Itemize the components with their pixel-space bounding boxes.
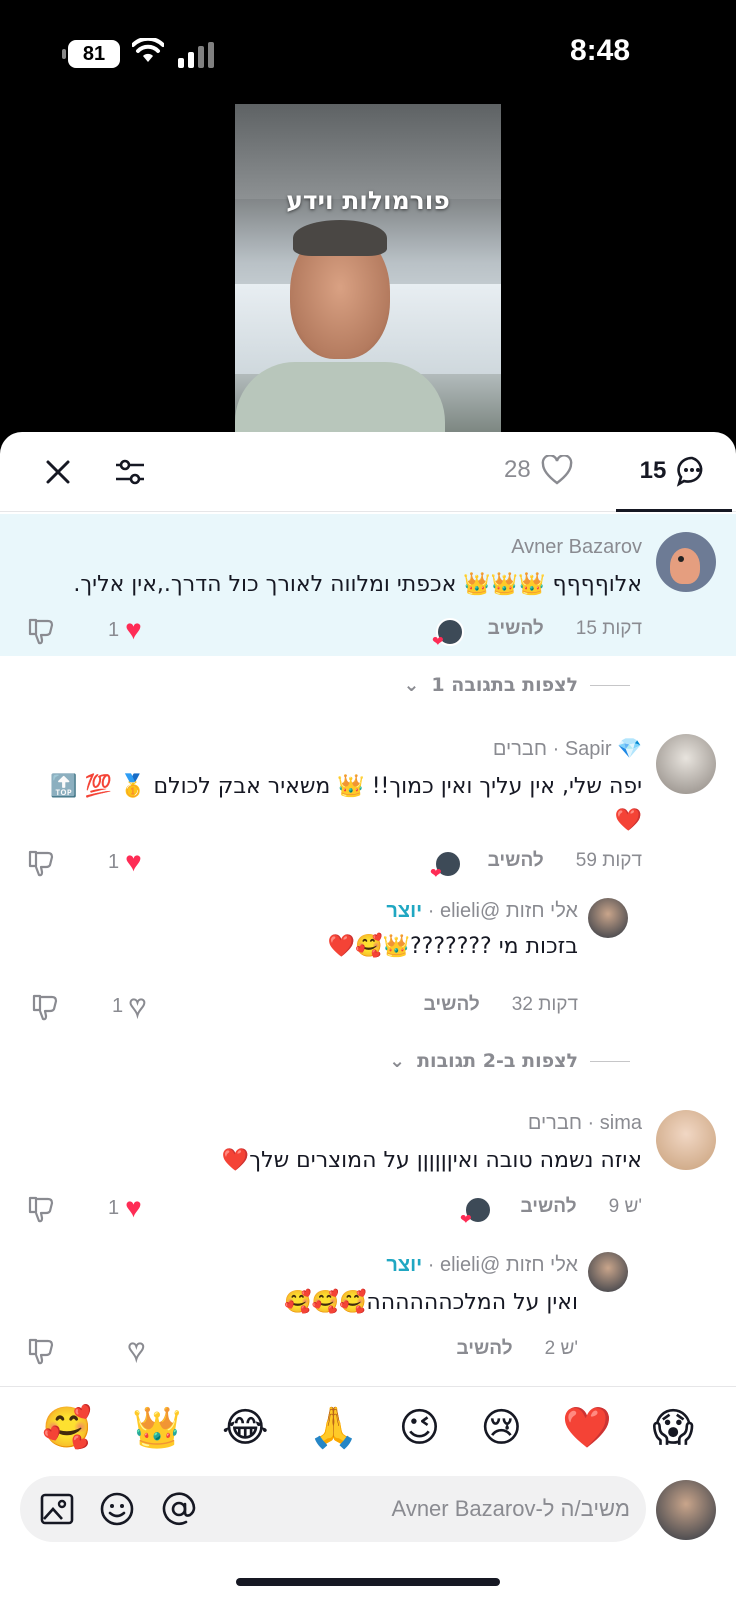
reply-button[interactable]: להשיב xyxy=(488,618,544,640)
comment-text: אלוףףףף 👑👑👑 אכפתי ומלווה לאורך כול הדרך.… xyxy=(73,572,642,597)
image-icon[interactable] xyxy=(38,1490,76,1528)
comment-time: 2 ש' xyxy=(544,1338,578,1359)
at-icon[interactable] xyxy=(160,1490,198,1528)
avatar[interactable] xyxy=(656,1110,716,1170)
dislike-icon[interactable] xyxy=(26,1336,56,1366)
creator-tag: יוצר xyxy=(386,900,423,922)
like-button[interactable]: ♥ xyxy=(127,1334,146,1365)
avatar[interactable] xyxy=(588,898,628,938)
comment-author[interactable]: 💎 Sapir · חברים xyxy=(493,736,642,761)
dislike-icon[interactable] xyxy=(26,616,56,646)
reply-button[interactable]: להשיב xyxy=(488,850,544,872)
avatar[interactable] xyxy=(588,1252,628,1292)
emoji-folded-hands[interactable]: 🙏 xyxy=(309,1408,359,1448)
like-count: 1 xyxy=(112,994,124,1017)
comments-list[interactable]: Avner Bazarov אלוףףףף 👑👑👑 אכפתי ומלווה ל… xyxy=(0,514,736,1386)
like-button[interactable]: 1 ♥ xyxy=(112,990,147,1021)
emoji-tears-of-joy[interactable]: 😂 xyxy=(222,1408,269,1448)
view-replies-link[interactable]: לצפות בתגובה 1 ⌄ xyxy=(403,674,630,696)
view-replies-link[interactable]: לצפות ב-2 תגובות ⌄ xyxy=(389,1050,630,1072)
comment-author[interactable]: Avner Bazarov xyxy=(511,536,642,559)
comments-sheet: 28 15 Avner Bazarov אלוףףףף 👑👑👑 אכפתי ומ… xyxy=(0,432,736,1600)
heart-outline-icon: ♥ xyxy=(128,990,147,1021)
emoji-crown[interactable]: 👑 xyxy=(132,1408,182,1448)
like-button[interactable]: 1 ♥ xyxy=(108,616,142,644)
comment-text: בזכות מי ???????👑🥰❤️ xyxy=(327,934,578,959)
comment-text: איזה נשמה טובה ואיןןןןןן על המוצרים שלך❤… xyxy=(221,1148,642,1173)
clock: 8:48 xyxy=(569,34,630,67)
video-caption: פורמולות וידע xyxy=(286,186,450,215)
comments-count: 15 xyxy=(639,456,667,484)
friends-tag: חברים xyxy=(527,1112,582,1134)
reply-input-container[interactable] xyxy=(20,1476,646,1542)
wifi-icon xyxy=(132,38,164,62)
emoji-crying[interactable]: 😢 xyxy=(480,1408,522,1448)
comment-meta: 32 דקות להשיב xyxy=(424,994,578,1016)
sheet-header: 28 15 xyxy=(0,432,736,512)
like-button[interactable]: 1 ♥ xyxy=(108,1194,142,1222)
comment-time: 9 ש' xyxy=(608,1196,642,1217)
comment-time: 15 דקות xyxy=(575,618,642,639)
heart-filled-icon: ♥ xyxy=(125,614,142,645)
current-user-avatar[interactable] xyxy=(656,1480,716,1540)
heart-outline-icon xyxy=(541,455,573,485)
likes-count: 28 xyxy=(504,456,531,483)
chevron-down-icon: ⌄ xyxy=(403,674,420,696)
comment-meta: 9 ש' להשיב xyxy=(520,1196,642,1218)
emoji-red-heart[interactable]: ❤️ xyxy=(562,1408,612,1448)
creator-tag: יוצר xyxy=(386,1254,423,1276)
comment-time: 32 דקות xyxy=(511,994,578,1015)
dislike-icon[interactable] xyxy=(26,848,56,878)
reply-button[interactable]: להשיב xyxy=(520,1196,576,1218)
comment-author[interactable]: אלי חזות @elieli · יוצר xyxy=(386,900,578,923)
status-bar: 81 8:48 xyxy=(0,0,736,100)
friends-tag: חברים xyxy=(492,738,548,760)
creator-liked-badge xyxy=(430,850,462,882)
video-preview[interactable]: פורמולות וידע xyxy=(235,104,501,434)
emoji-quick-bar: 🥰 👑 😂 🙏 😉 😢 ❤️ 😱 xyxy=(0,1386,736,1468)
comment-text: ואין על המלכהההההה🥰🥰🥰 xyxy=(284,1290,578,1315)
comment-author[interactable]: אלי חזות @elieli · יוצר xyxy=(386,1254,578,1277)
reply-button[interactable]: להשיב xyxy=(456,1338,512,1360)
like-count: 1 xyxy=(108,850,120,873)
reply-input[interactable] xyxy=(220,1476,630,1542)
comment-time: 59 דקות xyxy=(575,850,642,871)
tab-comments[interactable]: 15 xyxy=(616,432,732,512)
comment-icon xyxy=(677,456,703,487)
comment-author[interactable]: sima · חברים xyxy=(528,1112,642,1135)
emoji-scream[interactable]: 😱 xyxy=(652,1408,694,1448)
dislike-icon[interactable] xyxy=(26,1194,56,1224)
comment-meta: 2 ש' להשיב xyxy=(456,1338,578,1360)
creator-liked-badge xyxy=(460,1196,492,1228)
like-count: 1 xyxy=(108,618,120,641)
chevron-down-icon: ⌄ xyxy=(389,1050,406,1072)
emoji-icon[interactable] xyxy=(98,1490,136,1528)
creator-liked-badge xyxy=(432,618,464,650)
comment-text: יפה שלי, אין עליך ואין כמוך!! 👑 משאיר אב… xyxy=(50,774,642,833)
comment-meta: 15 דקות להשיב xyxy=(488,618,642,640)
dislike-icon[interactable] xyxy=(30,992,60,1022)
filter-icon[interactable] xyxy=(112,454,148,490)
heart-filled-icon: ♥ xyxy=(125,846,142,877)
diamond-badge: 💎 xyxy=(617,738,642,760)
signal-icon xyxy=(178,42,214,68)
tab-likes[interactable]: 28 xyxy=(504,450,573,490)
heart-filled-icon: ♥ xyxy=(125,1192,142,1223)
emoji-smiling-hearts[interactable]: 🥰 xyxy=(42,1408,92,1448)
heart-outline-icon: ♥ xyxy=(127,1334,146,1365)
avatar[interactable] xyxy=(656,532,716,592)
close-icon[interactable] xyxy=(42,456,74,488)
avatar[interactable] xyxy=(656,734,716,794)
reply-button[interactable]: להשיב xyxy=(424,994,480,1016)
like-count: 1 xyxy=(108,1196,120,1219)
comment-meta: 59 דקות להשיב xyxy=(488,850,642,872)
emoji-wink[interactable]: 😉 xyxy=(399,1408,441,1448)
battery-indicator: 81 xyxy=(62,40,120,68)
home-indicator xyxy=(236,1578,500,1586)
reply-input-row xyxy=(0,1468,736,1548)
like-button[interactable]: 1 ♥ xyxy=(108,848,142,876)
